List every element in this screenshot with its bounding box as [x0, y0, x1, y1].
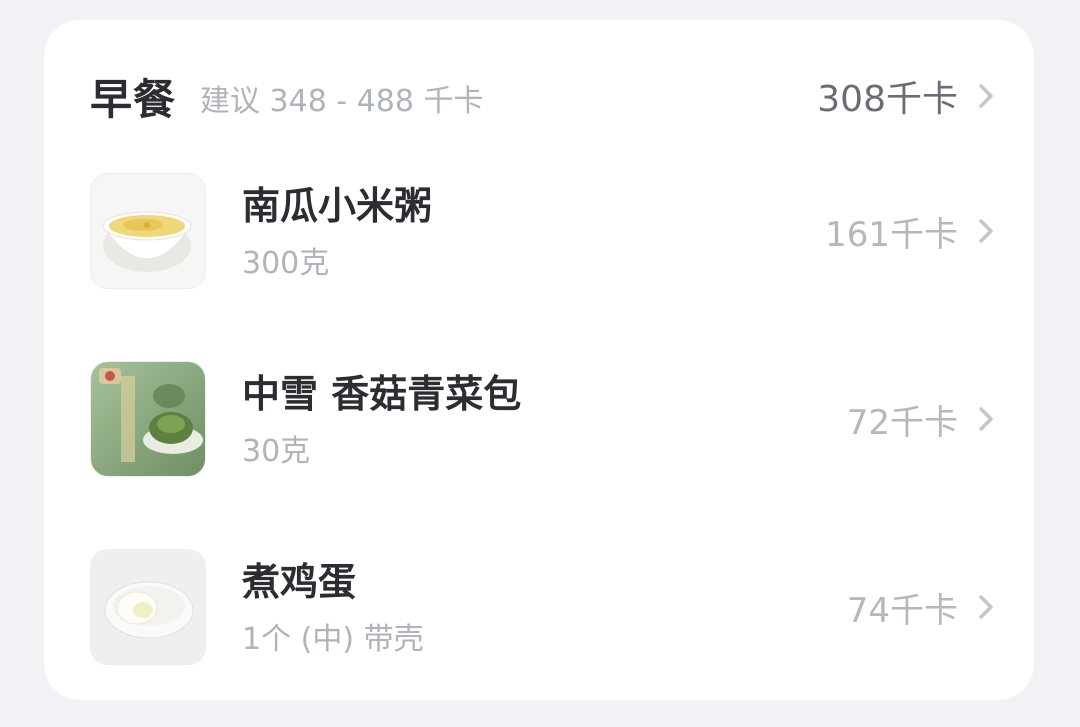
boiled-egg-image — [90, 549, 206, 665]
meal-title: 早餐 — [90, 74, 177, 124]
food-name: 煮鸡蛋 — [242, 560, 357, 604]
food-amount: 300克 — [242, 246, 330, 281]
food-name: 中雪 香菇青菜包 — [242, 372, 522, 416]
food-name: 南瓜小米粥 — [242, 184, 433, 228]
food-kcal: 161千卡 — [825, 214, 958, 255]
chevron-right-icon[interactable] — [978, 218, 994, 244]
food-row[interactable]: 南瓜小米粥 300克 161千卡 — [90, 173, 994, 289]
meal-suggestion: 建议 348 - 488 千卡 — [200, 84, 484, 119]
food-amount: 30克 — [242, 434, 311, 469]
mushroom-vegetable-bun-image — [90, 361, 206, 477]
meal-card: 早餐 建议 348 - 488 千卡 308千卡 南瓜小米粥 300克 161千… — [44, 20, 1034, 700]
pumpkin-millet-porridge-image — [90, 173, 206, 289]
meal-header[interactable]: 早餐 建议 348 - 488 千卡 308千卡 — [90, 66, 994, 126]
food-kcal: 72千卡 — [846, 402, 958, 443]
chevron-right-icon[interactable] — [978, 594, 994, 620]
food-kcal: 74千卡 — [846, 590, 958, 631]
chevron-right-icon[interactable] — [978, 83, 994, 109]
food-info: 煮鸡蛋 1个 (中) 带壳 — [242, 556, 424, 658]
chevron-right-icon[interactable] — [978, 406, 994, 432]
food-amount: 1个 (中) 带壳 — [242, 622, 424, 657]
food-info: 中雪 香菇青菜包 30克 — [242, 368, 521, 470]
food-info: 南瓜小米粥 300克 — [242, 180, 432, 282]
food-row[interactable]: 煮鸡蛋 1个 (中) 带壳 74千卡 — [90, 549, 994, 665]
meal-total-kcal: 308千卡 — [817, 79, 958, 120]
food-row[interactable]: 中雪 香菇青菜包 30克 72千卡 — [90, 361, 994, 477]
